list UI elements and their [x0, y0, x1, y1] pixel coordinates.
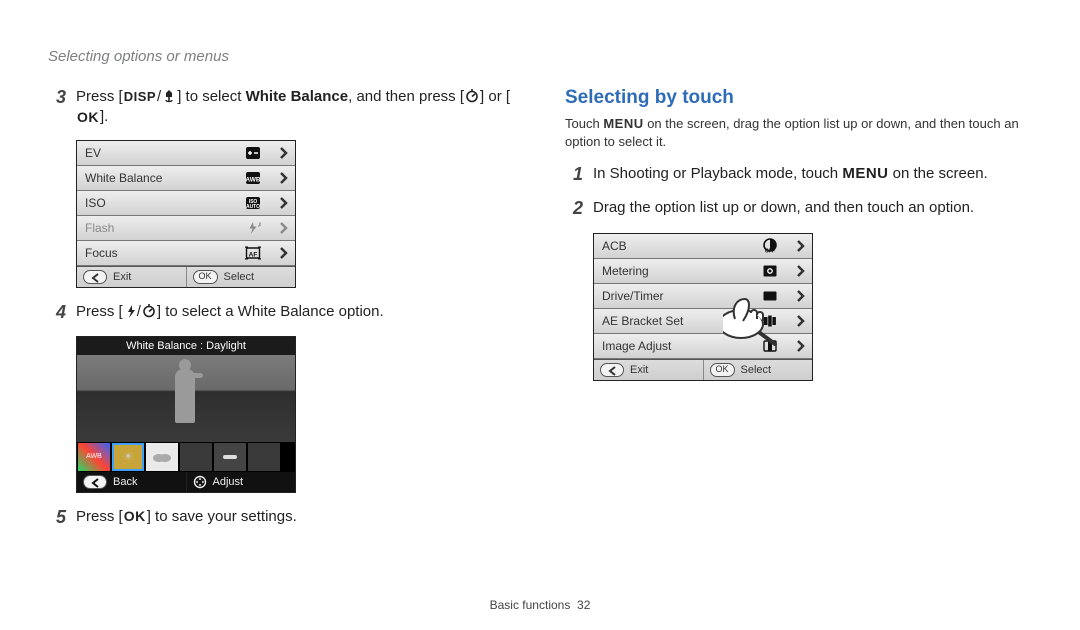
panel-softkeys: Exit OK Select: [77, 266, 295, 287]
step-number: 1: [565, 162, 583, 186]
menu-icon: MENU: [603, 116, 643, 131]
softkey-back[interactable]: Back: [77, 472, 187, 492]
step-5: 5 Press [OK] to save your settings.: [48, 507, 515, 529]
menu-row-label: White Balance: [85, 171, 162, 185]
awb-icon: [245, 170, 273, 186]
menu-icon: MENU: [842, 165, 888, 182]
menu-row-label: ISO: [85, 196, 106, 210]
menu-row-drive-timer[interactable]: Drive/Timer: [594, 284, 812, 309]
back-icon: [83, 475, 107, 489]
ok-icon: OK: [123, 507, 147, 526]
step-number: 3: [48, 85, 66, 128]
step-1: 1 In Shooting or Playback mode, touch ME…: [565, 164, 1032, 186]
acb-off-icon: [762, 237, 790, 254]
macro-icon: [161, 88, 177, 104]
panel-softkeys: Exit OK Select: [594, 359, 812, 380]
wb-option-daylight[interactable]: ☀: [112, 443, 144, 471]
step-number: 4: [48, 300, 66, 324]
menu-row-iso[interactable]: ISO: [77, 191, 295, 216]
step-3: 3 Press [DISP/] to select White Balance,…: [48, 87, 515, 128]
image-adjust-icon: [762, 338, 790, 354]
wb-preview-image: [77, 355, 295, 442]
section-title: Selecting options or menus: [48, 48, 1032, 65]
chevron-right-icon: [794, 339, 806, 353]
step-text: Press [DISP/] to select White Balance, a…: [76, 87, 515, 128]
wb-option[interactable]: [248, 443, 280, 471]
menu-row-label: Metering: [602, 264, 649, 278]
timer-icon: [464, 88, 480, 104]
menu-row-metering[interactable]: Metering: [594, 259, 812, 284]
menu-row-focus[interactable]: Focus: [77, 241, 295, 266]
step-number: 5: [48, 505, 66, 529]
metering-icon: [762, 263, 790, 279]
menu-row-label: EV: [85, 146, 101, 160]
menu-row-flash: Flash: [77, 216, 295, 241]
step-text: Drag the option list up or down, and the…: [593, 198, 974, 220]
wb-title: White Balance : Daylight: [77, 337, 295, 355]
chevron-right-icon: [277, 171, 289, 185]
back-icon: [600, 363, 624, 377]
disp-icon: DISP: [123, 88, 157, 106]
chevron-right-icon: [277, 196, 289, 210]
menu-row-ev[interactable]: EV: [77, 141, 295, 166]
person-silhouette: [167, 359, 205, 423]
chevron-right-icon: [794, 264, 806, 278]
ae-bracket-icon: [762, 313, 790, 329]
step-number: 2: [565, 196, 583, 220]
ok-icon: OK: [710, 363, 735, 377]
flash-auto-icon: [245, 220, 273, 236]
af-icon: [245, 245, 273, 261]
flash-icon: [123, 304, 137, 319]
wb-option-auto[interactable]: AWB: [78, 443, 110, 471]
step-text: In Shooting or Playback mode, touch MENU…: [593, 164, 988, 186]
left-column: 3 Press [DISP/] to select White Balance,…: [48, 87, 515, 541]
chevron-right-icon: [794, 314, 806, 328]
step-text: Press [/] to select a White Balance opti…: [76, 302, 384, 324]
page-footer: Basic functions 32: [0, 598, 1080, 612]
menu-row-image-adjust[interactable]: Image Adjust: [594, 334, 812, 359]
step-text: Press [OK] to save your settings.: [76, 507, 297, 529]
manual-page: Selecting options or menus 3 Press [DISP…: [0, 0, 1080, 630]
chevron-right-icon: [277, 246, 289, 260]
menu-panel-options: EV White Balance ISO: [76, 140, 296, 288]
intro-text: Touch MENU on the screen, drag the optio…: [565, 115, 1032, 150]
right-column: Selecting by touch Touch MENU on the scr…: [565, 87, 1032, 541]
iso-icon: [245, 195, 273, 211]
chevron-right-icon: [794, 239, 806, 253]
softkey-select[interactable]: OK Select: [187, 267, 296, 287]
wb-options-row: AWB ☀: [77, 442, 295, 472]
step-2: 2 Drag the option list up or down, and t…: [565, 198, 1032, 220]
wb-option-cloudy[interactable]: [146, 443, 178, 471]
menu-row-white-balance[interactable]: White Balance: [77, 166, 295, 191]
menu-row-acb[interactable]: ACB: [594, 234, 812, 259]
step-4: 4 Press [/] to select a White Balance op…: [48, 302, 515, 324]
chevron-right-icon: [277, 146, 289, 160]
chevron-right-icon: [794, 289, 806, 303]
menu-panel-touch: ACB Metering Drive/Timer: [593, 233, 813, 381]
wb-softkeys: Back Adjust: [77, 472, 295, 492]
menu-row-label: Focus: [85, 246, 118, 260]
menu-row-label: ACB: [602, 239, 627, 253]
softkey-exit[interactable]: Exit: [594, 360, 704, 380]
ok-icon: OK: [193, 270, 218, 284]
chevron-right-icon: [277, 221, 289, 235]
softkey-exit[interactable]: Exit: [77, 267, 187, 287]
subheading-selecting-by-touch: Selecting by touch: [565, 87, 1032, 109]
menu-row-ae-bracket-set[interactable]: AE Bracket Set: [594, 309, 812, 334]
timer-icon: [141, 303, 157, 319]
wb-option-fluorescent[interactable]: [214, 443, 246, 471]
wb-option[interactable]: [180, 443, 212, 471]
menu-row-label: AE Bracket Set: [602, 314, 683, 328]
back-icon: [83, 270, 107, 284]
whitebalance-preview-panel: White Balance : Daylight AWB ☀: [76, 336, 296, 493]
ev-icon: [245, 145, 273, 161]
ok-icon: OK: [76, 108, 100, 127]
menu-row-label: Drive/Timer: [602, 289, 664, 303]
menu-row-label: Image Adjust: [602, 339, 671, 353]
softkey-adjust[interactable]: Adjust: [187, 472, 296, 492]
softkey-select[interactable]: OK Select: [704, 360, 813, 380]
drive-icon: [762, 288, 790, 304]
dpad-icon: [193, 475, 207, 489]
menu-row-label: Flash: [85, 221, 114, 235]
